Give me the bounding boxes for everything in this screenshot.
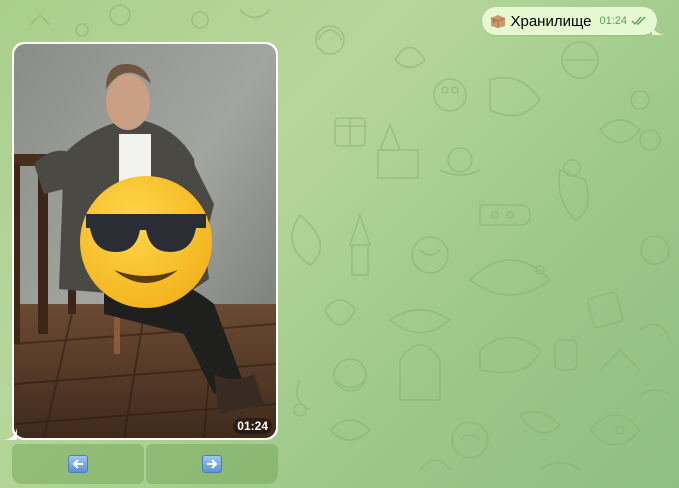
package-icon bbox=[490, 13, 506, 29]
double-check-icon bbox=[631, 16, 646, 26]
outgoing-message-bubble[interactable]: Хранилище 01:24 bbox=[482, 7, 664, 35]
sunglasses-emoji-sticker bbox=[80, 176, 212, 308]
photo-message[interactable]: 01:24 bbox=[12, 42, 278, 440]
message-text: Хранилище bbox=[510, 12, 592, 30]
message-time: 01:24 bbox=[599, 15, 627, 27]
bubble-tail bbox=[652, 25, 664, 35]
previous-button[interactable] bbox=[12, 444, 144, 484]
left-arrow-key-icon bbox=[68, 455, 88, 473]
photo-illustration bbox=[14, 44, 276, 438]
photo-time: 01:24 bbox=[233, 418, 272, 434]
next-button[interactable] bbox=[146, 444, 278, 484]
photo-bubble-tail bbox=[5, 428, 17, 440]
photo-image[interactable] bbox=[14, 44, 276, 438]
inline-keyboard bbox=[12, 444, 278, 484]
right-arrow-key-icon bbox=[202, 455, 222, 473]
